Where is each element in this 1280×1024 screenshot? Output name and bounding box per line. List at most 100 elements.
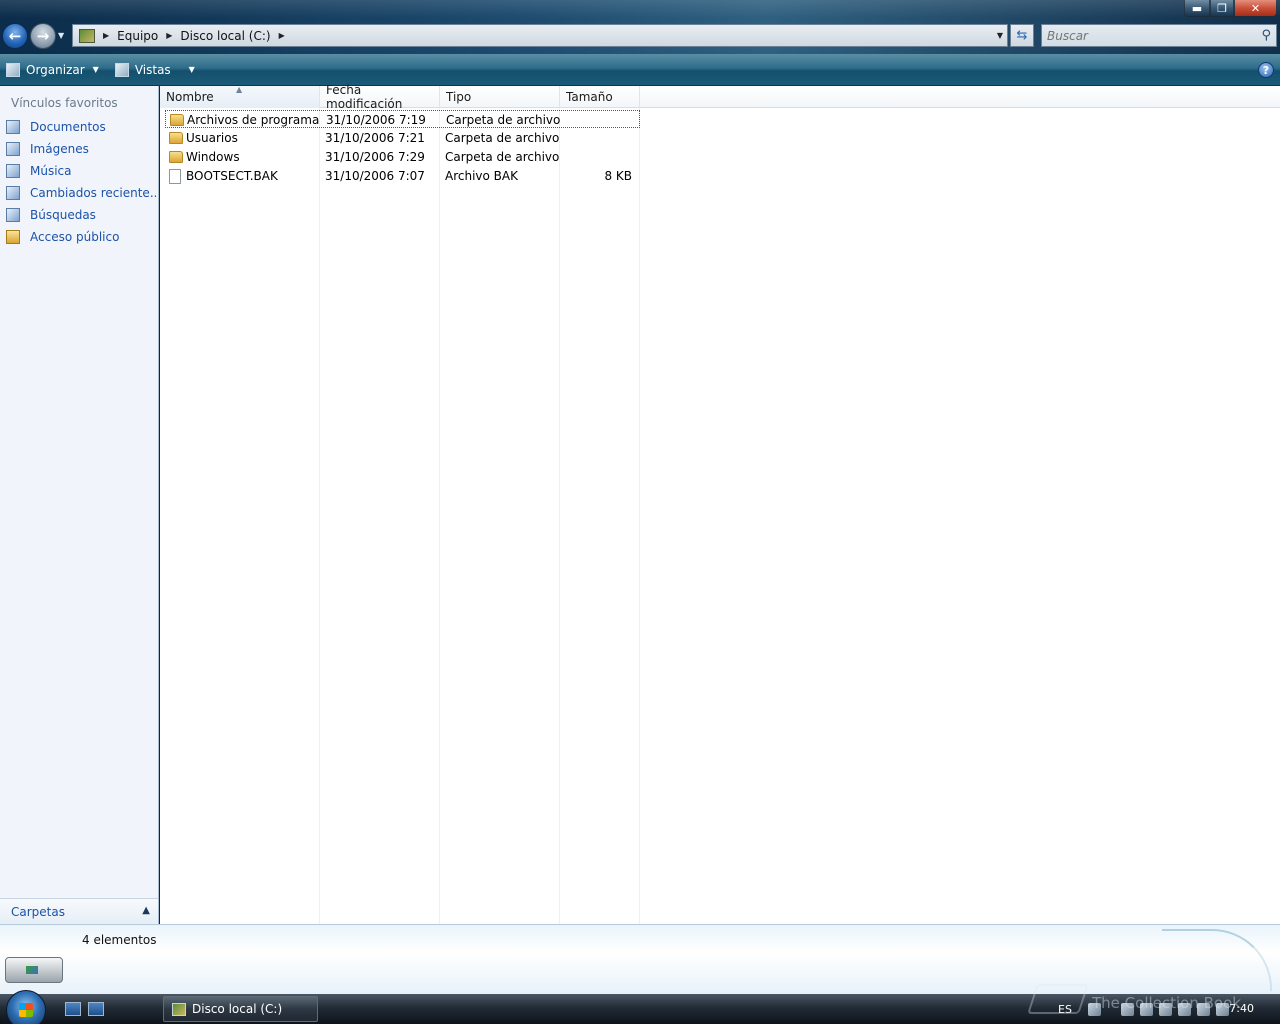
- folders-label: Carpetas: [11, 904, 65, 919]
- refresh-icon: ⇆: [1016, 28, 1028, 43]
- file-name: Archivos de programa: [187, 113, 320, 127]
- file-size: [560, 148, 632, 166]
- start-button[interactable]: [6, 990, 46, 1024]
- maximize-button[interactable]: ❐: [1210, 0, 1234, 17]
- folder-icon: [6, 230, 20, 244]
- breadcrumb-disco-local[interactable]: Disco local (C:): [180, 29, 270, 43]
- column-header-tamano[interactable]: Tamaño: [560, 86, 640, 108]
- command-bar: Organizar ▼ Vistas ▼ ?: [0, 54, 1280, 86]
- chevron-down-icon[interactable]: ▼: [189, 65, 195, 74]
- column-header-tipo[interactable]: Tipo: [440, 86, 560, 108]
- folder-icon: [169, 151, 183, 163]
- table-row[interactable]: Usuarios 31/10/2006 7:21 Carpeta de arch…: [165, 129, 640, 147]
- column-header-label: Tipo: [446, 90, 472, 104]
- views-icon: [114, 62, 129, 77]
- refresh-button[interactable]: ⇆: [1010, 24, 1034, 47]
- table-row[interactable]: Windows 31/10/2006 7:29 Carpeta de archi…: [165, 148, 640, 166]
- column-header-nombre[interactable]: Nombre ▲: [160, 85, 320, 108]
- file-list: Nombre ▲ Fecha modificación Tipo Tamaño …: [160, 83, 1280, 924]
- file-name: BOOTSECT.BAK: [186, 169, 278, 183]
- decorative-swoosh: [1162, 929, 1272, 991]
- taskbar-button-label: Disco local (C:): [192, 1002, 283, 1016]
- file-size: 8 KB: [604, 169, 632, 183]
- favorite-acceso-publico[interactable]: Acceso público: [6, 228, 156, 246]
- music-icon: [6, 164, 20, 178]
- file-date: 31/10/2006 7:19: [326, 113, 426, 127]
- details-pane: 4 elementos: [0, 924, 1280, 994]
- hard-drive-icon: [5, 957, 63, 983]
- folders-toggle[interactable]: Carpetas ▲: [0, 898, 158, 924]
- column-divider: [319, 108, 320, 924]
- searches-icon: [6, 208, 20, 222]
- organize-button[interactable]: Organizar ▼: [0, 57, 105, 83]
- table-row[interactable]: Archivos de programa 31/10/2006 7:19 Car…: [165, 110, 640, 128]
- sort-ascending-icon: ▲: [236, 85, 243, 94]
- favorites-title: Vínculos favoritos: [11, 96, 118, 110]
- favorite-label: Imágenes: [30, 142, 89, 156]
- watermark: The Collection Book: [1092, 994, 1241, 1012]
- column-header-label: Nombre: [166, 90, 214, 104]
- column-header-label: Fecha modificación: [326, 83, 403, 111]
- column-divider: [559, 108, 560, 924]
- favorite-label: Acceso público: [30, 230, 120, 244]
- chevron-right-icon[interactable]: ▶: [103, 31, 109, 40]
- chevron-up-icon: ▲: [142, 905, 150, 916]
- back-button[interactable]: ←: [2, 23, 28, 49]
- column-header-fecha[interactable]: Fecha modificación: [320, 83, 440, 111]
- favorite-label: Búsquedas: [30, 208, 96, 222]
- search-icon[interactable]: ⚲: [1261, 28, 1271, 43]
- column-divider: [639, 108, 640, 924]
- views-label: Vistas: [134, 62, 171, 77]
- column-header-label: Tamaño: [566, 90, 613, 104]
- breadcrumb-equipo[interactable]: Equipo: [117, 29, 158, 43]
- favorite-cambiados-recientemente[interactable]: Cambiados reciente...: [6, 184, 156, 202]
- navigation-pane: Vínculos favoritos Documentos Imágenes M…: [0, 86, 159, 924]
- forward-button[interactable]: →: [30, 23, 56, 49]
- file-name: Usuarios: [186, 131, 238, 145]
- file-name-cell: Archivos de programa: [170, 111, 320, 129]
- views-button[interactable]: Vistas ▼: [109, 57, 201, 83]
- recent-icon: [6, 186, 20, 200]
- close-button[interactable]: ✕: [1234, 0, 1277, 17]
- chevron-down-icon[interactable]: ▼: [997, 31, 1003, 40]
- recent-pages-dropdown[interactable]: ▼: [58, 31, 64, 40]
- table-row[interactable]: BOOTSECT.BAK 31/10/2006 7:07 Archivo BAK…: [165, 167, 640, 185]
- favorite-label: Música: [30, 164, 72, 178]
- address-bar[interactable]: ▶ Equipo ▶ Disco local (C:) ▶ ▼: [72, 24, 1008, 47]
- file-icon: [169, 168, 181, 184]
- search-box[interactable]: ⚲: [1041, 24, 1277, 47]
- item-count: 4 elementos: [82, 933, 157, 947]
- chevron-right-icon[interactable]: ▶: [279, 31, 285, 40]
- chevron-down-icon: ▼: [92, 65, 99, 74]
- folder-icon: [169, 132, 183, 144]
- file-size: [561, 111, 633, 129]
- favorite-imagenes[interactable]: Imágenes: [6, 140, 156, 158]
- show-desktop-icon[interactable]: [65, 1002, 81, 1016]
- file-name-cell: BOOTSECT.BAK: [169, 167, 319, 185]
- watermark-book-icon: [1027, 984, 1089, 1014]
- file-name-cell: Windows: [169, 148, 319, 166]
- help-button[interactable]: ?: [1258, 62, 1274, 78]
- file-date: 31/10/2006 7:29: [325, 150, 425, 164]
- file-size: [560, 129, 632, 147]
- column-divider: [439, 108, 440, 924]
- file-date: 31/10/2006 7:07: [325, 169, 425, 183]
- minimize-button[interactable]: ▬: [1184, 0, 1210, 17]
- taskbar-button-explorer[interactable]: Disco local (C:): [163, 996, 318, 1022]
- computer-icon: [79, 28, 95, 43]
- file-type: Carpeta de archivos: [445, 131, 560, 145]
- switch-windows-icon[interactable]: [88, 1002, 104, 1016]
- file-type: Carpeta de archivos: [446, 113, 561, 127]
- folder-icon: [170, 114, 184, 126]
- favorite-label: Documentos: [30, 120, 106, 134]
- favorite-busquedas[interactable]: Búsquedas: [6, 206, 156, 224]
- favorite-documentos[interactable]: Documentos: [6, 118, 156, 136]
- organize-icon: [6, 62, 20, 77]
- arrow-right-icon: →: [36, 27, 50, 45]
- chevron-right-icon[interactable]: ▶: [166, 31, 172, 40]
- title-bar: ▬ ❐ ✕ ← → ▼ ▶ Equipo ▶ Disco local (C:) …: [0, 0, 1280, 54]
- documents-icon: [6, 120, 20, 134]
- search-input[interactable]: [1042, 28, 1242, 43]
- taskbar: Disco local (C:) ES 7:40: [0, 990, 1280, 1024]
- favorite-musica[interactable]: Música: [6, 162, 156, 180]
